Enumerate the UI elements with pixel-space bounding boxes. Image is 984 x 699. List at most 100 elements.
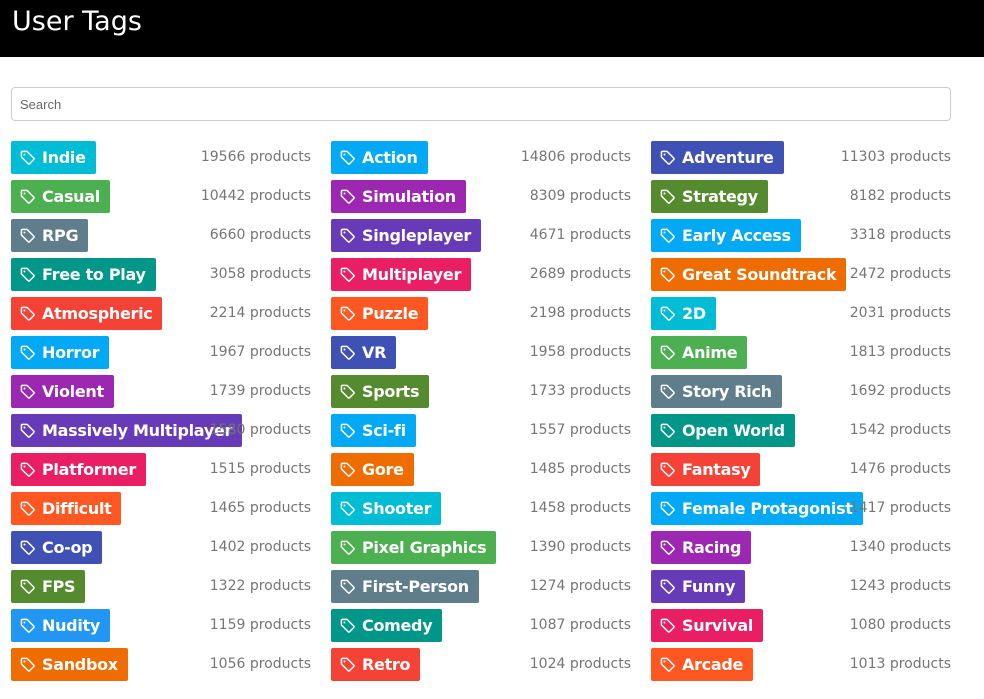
tag-icon: [660, 150, 675, 165]
tag-label: Atmospheric: [42, 304, 153, 323]
tag-button[interactable]: FPS: [11, 570, 86, 603]
tag-list-item: Atmospheric 2214 products: [11, 297, 311, 330]
tag-label: Indie: [42, 148, 86, 167]
tag-icon: [340, 384, 355, 399]
tag-button[interactable]: Sandbox: [11, 648, 128, 681]
tag-list-item: Nudity 1159 products: [11, 609, 311, 642]
tag-label: Platformer: [42, 460, 136, 479]
tag-icon: [20, 540, 35, 555]
tag-button[interactable]: RPG: [11, 219, 89, 252]
tag-button[interactable]: Puzzle: [331, 297, 429, 330]
tag-list-item: First-Person 1274 products: [331, 570, 631, 603]
tag-button[interactable]: Action: [331, 141, 428, 174]
tag-icon: [20, 189, 35, 204]
tag-label: RPG: [42, 226, 79, 245]
tag-button[interactable]: Co-op: [11, 531, 103, 564]
tag-button[interactable]: Platformer: [11, 453, 146, 486]
tag-icon: [340, 345, 355, 360]
tag-list-item: Horror 1967 products: [11, 336, 311, 369]
tag-button[interactable]: Difficult: [11, 492, 122, 525]
tag-button[interactable]: Violent: [11, 375, 114, 408]
tag-button[interactable]: Gore: [331, 453, 414, 486]
tag-icon: [20, 579, 35, 594]
tag-button[interactable]: Free to Play: [11, 258, 156, 291]
tag-icon: [340, 501, 355, 516]
tag-icon: [340, 540, 355, 555]
tag-label: Co-op: [42, 538, 93, 557]
tag-button[interactable]: Multiplayer: [331, 258, 472, 291]
tag-button[interactable]: Open World: [651, 414, 795, 447]
tag-button[interactable]: Shooter: [331, 492, 442, 525]
tag-button[interactable]: Story Rich: [651, 375, 782, 408]
tag-product-count: 2198 products: [529, 305, 631, 321]
tag-button[interactable]: Simulation: [331, 180, 466, 213]
tag-product-count: 1557 products: [529, 422, 631, 438]
tag-button[interactable]: Fantasy: [651, 453, 761, 486]
tag-list-item: Sandbox 1056 products: [11, 648, 311, 681]
tag-product-count: 1458 products: [529, 500, 631, 516]
tag-button[interactable]: Horror: [11, 336, 110, 369]
tag-button[interactable]: Indie: [11, 141, 96, 174]
tag-list-item: Puzzle 2198 products: [331, 297, 631, 330]
tag-list-item: Strategy 8182 products: [651, 180, 951, 213]
tag-button[interactable]: Comedy: [331, 609, 443, 642]
tag-product-count: 2689 products: [529, 266, 631, 282]
tag-product-count: 14806 products: [520, 149, 631, 165]
tag-button[interactable]: Adventure: [651, 141, 784, 174]
tag-product-count: 1322 products: [209, 578, 311, 594]
tag-label: Great Soundtrack: [682, 265, 837, 284]
tag-product-count: 1733 products: [529, 383, 631, 399]
tag-button[interactable]: Strategy: [651, 180, 768, 213]
tag-icon: [20, 345, 35, 360]
tag-list-item: Multiplayer 2689 products: [331, 258, 631, 291]
tag-button[interactable]: 2D: [651, 297, 716, 330]
tag-icon: [20, 501, 35, 516]
tag-product-count: 1476 products: [849, 461, 951, 477]
tag-icon: [660, 501, 675, 516]
tag-label: Singleplayer: [362, 226, 472, 245]
tag-button[interactable]: Arcade: [651, 648, 754, 681]
tag-list-item: Difficult 1465 products: [11, 492, 311, 525]
search-input[interactable]: [11, 87, 951, 121]
tag-button[interactable]: Casual: [11, 180, 110, 213]
tag-label: Action: [362, 148, 418, 167]
tag-label: Multiplayer: [362, 265, 462, 284]
tag-button[interactable]: Singleplayer: [331, 219, 482, 252]
tag-label: Free to Play: [42, 265, 146, 284]
tag-button[interactable]: Anime: [651, 336, 748, 369]
tag-list-item: Platformer 1515 products: [11, 453, 311, 486]
tag-list-item: Great Soundtrack 2472 products: [651, 258, 951, 291]
tag-icon: [660, 189, 675, 204]
tag-icon: [660, 462, 675, 477]
tag-icon: [340, 618, 355, 633]
tag-button[interactable]: Sci-fi: [331, 414, 416, 447]
tag-product-count: 10442 products: [200, 188, 311, 204]
tag-button[interactable]: Sports: [331, 375, 430, 408]
tag-icon: [660, 540, 675, 555]
tag-product-count: 1739 products: [209, 383, 311, 399]
tag-list-item: Simulation 8309 products: [331, 180, 631, 213]
tag-button[interactable]: Atmospheric: [11, 297, 163, 330]
tag-list-item: Shooter 1458 products: [331, 492, 631, 525]
tag-button[interactable]: Massively Multiplayer: [11, 414, 243, 447]
tag-button[interactable]: Racing: [651, 531, 752, 564]
tag-button[interactable]: Funny: [651, 570, 746, 603]
tag-product-count: 1087 products: [529, 617, 631, 633]
tag-label: Gore: [362, 460, 404, 479]
tag-button[interactable]: Early Access: [651, 219, 801, 252]
tag-button[interactable]: Retro: [331, 648, 421, 681]
tag-product-count: 1692 products: [849, 383, 951, 399]
tag-button[interactable]: VR: [331, 336, 397, 369]
tag-list-item: Sports 1733 products: [331, 375, 631, 408]
tag-button[interactable]: Survival: [651, 609, 764, 642]
tag-icon: [340, 306, 355, 321]
tag-button[interactable]: Pixel Graphics: [331, 531, 497, 564]
tag-button[interactable]: Female Protagonist: [651, 492, 863, 525]
tag-list-item: Massively Multiplayer 1580 products: [11, 414, 311, 447]
tag-button[interactable]: Great Soundtrack: [651, 258, 847, 291]
tag-button[interactable]: First-Person: [331, 570, 479, 603]
tag-icon: [20, 384, 35, 399]
tag-button[interactable]: Nudity: [11, 609, 110, 642]
tag-list-item: Open World 1542 products: [651, 414, 951, 447]
tag-label: Strategy: [682, 187, 758, 206]
